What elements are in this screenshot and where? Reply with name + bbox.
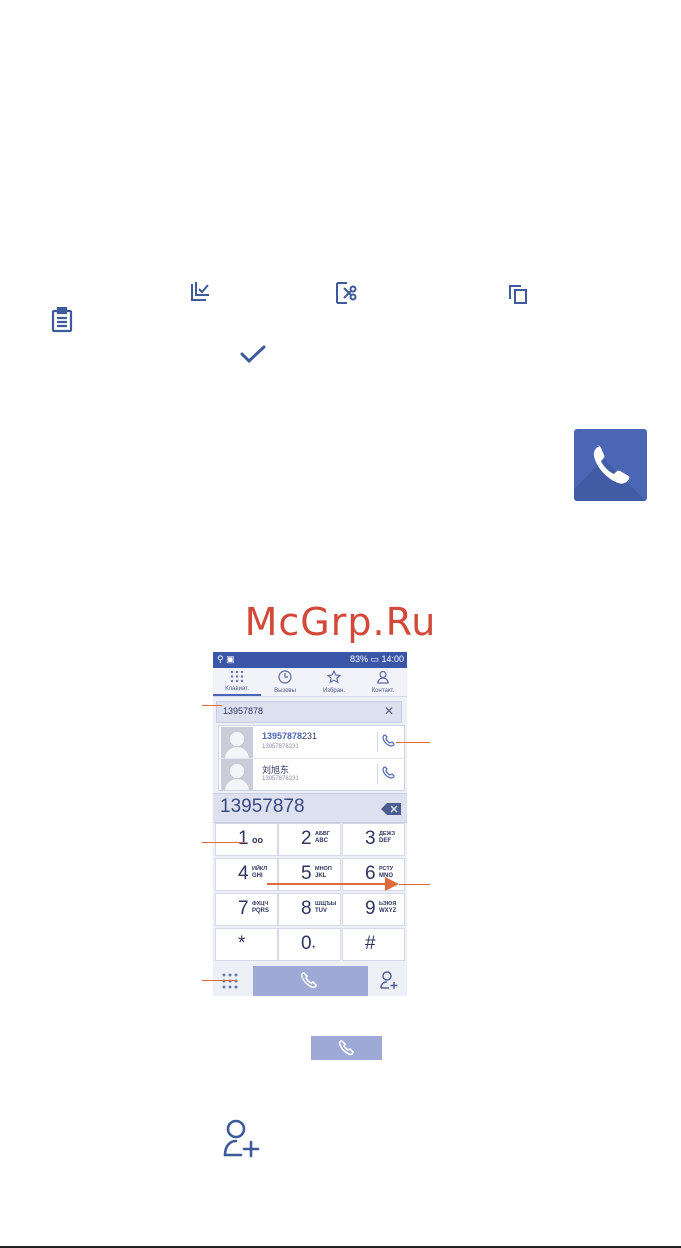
copy-icon (507, 283, 529, 305)
callout-line (202, 842, 244, 843)
callout-line (202, 980, 236, 981)
check-icon (239, 344, 267, 364)
phone-app-icon (574, 429, 647, 501)
callout-line (399, 884, 430, 885)
callout-line (202, 705, 222, 706)
callout-line (396, 742, 430, 743)
phone-screenshot: ⚲ ▣ 83% ▭ 14:00 Клавиат. Вызовы Избран. … (213, 652, 407, 996)
swipe-arrow-icon (267, 877, 399, 891)
watermark: McGrp.Ru (244, 600, 437, 644)
call-button-image (311, 1036, 382, 1060)
paste-icon (51, 307, 73, 333)
select-all-icon (188, 281, 210, 305)
add-contact-icon (222, 1118, 260, 1158)
cut-icon (334, 281, 358, 305)
